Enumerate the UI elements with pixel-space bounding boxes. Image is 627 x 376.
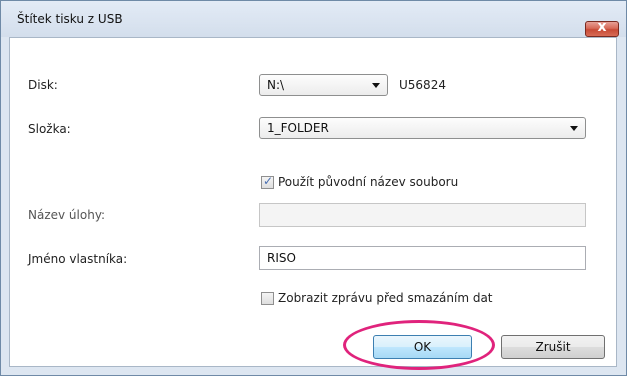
dialog-body: Disk: N:\ U56824 Složka: 1_FOLDER ✓ Použ… [9, 37, 617, 367]
checkmark-icon: ✓ [263, 174, 274, 188]
chevron-down-icon [570, 126, 578, 131]
show-message-checkbox[interactable] [261, 292, 274, 305]
job-name-label: Název úlohy: [28, 208, 106, 222]
cancel-button[interactable]: Zrušit [501, 335, 605, 359]
disk-dropdown[interactable]: N:\ [259, 74, 388, 96]
dialog-title: Štítek tisku z USB [17, 12, 123, 26]
disk-label: Disk: [28, 78, 58, 92]
job-name-field[interactable] [259, 203, 586, 227]
use-original-name-label: Použít původní název souboru [278, 175, 459, 189]
owner-value: RISO [267, 251, 296, 265]
disk-dropdown-value: N:\ [267, 78, 285, 92]
use-original-name-checkbox[interactable]: ✓ [261, 174, 274, 189]
owner-field[interactable]: RISO [259, 246, 586, 270]
show-message-label: Zobrazit zprávu před smazáním dat [278, 291, 493, 305]
title-bar: Štítek tisku z USB x [1, 1, 626, 37]
ok-button[interactable]: OK [373, 335, 472, 359]
close-button[interactable]: x [585, 19, 619, 37]
folder-label: Složka: [28, 122, 71, 136]
disk-id: U56824 [399, 78, 446, 92]
folder-dropdown[interactable]: 1_FOLDER [259, 117, 586, 139]
owner-label: Jméno vlastníka: [28, 252, 128, 266]
close-icon: x [597, 19, 607, 35]
chevron-down-icon [372, 83, 380, 88]
folder-dropdown-value: 1_FOLDER [267, 121, 329, 135]
print-label-dialog: Štítek tisku z USB x Disk: N:\ U56824 Sl… [0, 0, 627, 376]
